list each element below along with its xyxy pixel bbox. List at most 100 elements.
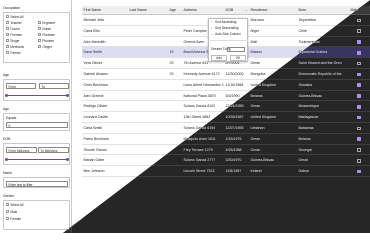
dob-from-input[interactable]: From M/d/yyyy: [6, 147, 37, 153]
cell-male: [349, 166, 370, 177]
male-checkbox[interactable]: [357, 169, 361, 174]
cell-male: [349, 91, 370, 102]
header-age[interactable]: Age: [168, 6, 182, 15]
cell-last: [128, 37, 168, 48]
sort-descending-item[interactable]: ↓ Sort Descending: [211, 26, 239, 31]
cell-dob: 11/8/1987: [225, 169, 242, 174]
cell-male: [349, 134, 370, 145]
header-dob[interactable]: DOB ⌄: [224, 6, 249, 15]
cell-male: [349, 155, 370, 166]
cell-age: [168, 166, 182, 177]
male-checkbox[interactable]: [357, 104, 361, 109]
cell-last: [128, 134, 168, 145]
age-equals-section: Equals 0: [3, 113, 70, 131]
cell-born: Mozambique: [298, 104, 320, 109]
cell-age: [168, 15, 182, 26]
header-first-name[interactable]: First Name: [82, 6, 128, 15]
cell-last: [128, 91, 168, 102]
cell-dob: 4/28/1988: [225, 147, 242, 152]
cell-born: Oman: [298, 158, 309, 163]
occupation-section: Select All Teacher Engineer Doctor Nurse…: [3, 12, 70, 63]
cell-last: [128, 47, 168, 58]
age-filter-title: Age: [3, 73, 10, 77]
cell-first: Carla Smith: [83, 125, 103, 130]
male-checkbox[interactable]: [357, 148, 361, 152]
header-born[interactable]: Born: [297, 6, 349, 15]
filter-value-field[interactable]: 0: [227, 47, 245, 52]
dob-slider-track[interactable]: [6, 159, 68, 160]
male-checkbox[interactable]: [357, 158, 361, 163]
cell-address: Lions Albert Hernandez 1384: [183, 82, 225, 87]
age-slider-track[interactable]: [6, 95, 68, 96]
male-checkbox[interactable]: [357, 94, 361, 98]
age-slider-high-thumb[interactable]: [66, 93, 70, 98]
cell-last: [128, 15, 168, 26]
age-from-input[interactable]: From: [6, 83, 36, 89]
cell-address: Frey Terrace 1279: [183, 147, 213, 152]
dob-slider-low-thumb[interactable]: [4, 157, 8, 162]
dob-to-input[interactable]: To M/d/yyyy: [38, 147, 69, 153]
cell-last: [128, 112, 168, 123]
menu-add-button[interactable]: Add: [211, 55, 227, 61]
cell-first: Alex Greene: [83, 93, 104, 98]
cell-residence: Oman: [250, 136, 261, 141]
name-filter-input[interactable]: Enter text to filter: [6, 180, 68, 187]
auto-size-item[interactable]: ⇔Auto-Size Column: [211, 32, 241, 37]
header-address[interactable]: Address: [182, 6, 224, 15]
occupation-title: Occupation: [3, 6, 21, 10]
male-checkbox[interactable]: [357, 126, 361, 131]
age-equals-label: Equals: [6, 116, 17, 120]
male-checkbox[interactable]: [357, 29, 361, 33]
cell-male: [349, 47, 370, 58]
cell-dob: 12/30/2000: [225, 71, 244, 76]
age-slider-low-thumb[interactable]: [4, 93, 8, 98]
header-last-name[interactable]: Last Name: [128, 6, 168, 15]
cell-first: Michael Jello: [83, 18, 105, 22]
cell-residence: Lebanon: [250, 125, 265, 130]
male-checkbox[interactable]: [357, 83, 361, 87]
male-checkbox[interactable]: [357, 50, 361, 55]
cell-age: [168, 26, 182, 37]
cell-born: Guinea-Bissau: [298, 93, 323, 98]
cell-male: [349, 26, 370, 37]
cell-born: Gabon: [298, 169, 310, 174]
gender-section: Select All Male Female: [3, 200, 70, 230]
dob-slider-high-thumb[interactable]: [66, 157, 70, 162]
cell-age: [168, 155, 182, 166]
cell-born: Madagascar: [298, 115, 319, 120]
cell-address: National Plaza 3870: [183, 93, 216, 98]
grid-header: First Name Last Name Age Address DOB ⌄ Re…: [82, 6, 370, 15]
header-residence[interactable]: Residence: [249, 6, 297, 15]
cell-address: Solano Garcia 2777: [183, 158, 216, 163]
age-range-section: From To: [3, 79, 70, 101]
cell-born: Democratic Republic of the: [298, 71, 342, 76]
cell-dob: 10/26/1987: [225, 115, 244, 120]
cell-dob: 1/18/1976: [225, 136, 242, 141]
cell-first: Carla Ellis: [83, 28, 100, 33]
cell-first: Marian Gabe: [83, 158, 105, 163]
gender-title: Gender: [3, 194, 15, 198]
male-checkbox[interactable]: [357, 61, 361, 66]
cell-male: [349, 101, 370, 112]
cell-first: Patrin Beckham: [83, 136, 109, 141]
male-checkbox[interactable]: [357, 18, 361, 23]
dob-filter-title: DOB: [3, 137, 11, 141]
cell-first: Chris Beckham: [83, 82, 108, 87]
age-equals-input[interactable]: 0: [6, 122, 68, 128]
sort-ascending-item[interactable]: ↑ Sort Ascending: [211, 20, 236, 25]
menu-ok-button[interactable]: OK: [230, 55, 246, 61]
male-checkbox[interactable]: [357, 40, 361, 44]
cell-last: [128, 58, 168, 69]
age-to-input[interactable]: To: [39, 83, 69, 89]
cell-born: Saint Vincent and the Gren: [298, 61, 342, 66]
cell-address: Kennedy Avenue 6172: [183, 71, 220, 76]
cell-born: Slovakia: [298, 82, 313, 87]
male-checkbox[interactable]: [357, 115, 361, 120]
cell-first: Vera Olivier: [83, 61, 103, 66]
male-checkbox[interactable]: [357, 72, 361, 77]
cell-age: [168, 123, 182, 134]
cell-last: [128, 145, 168, 156]
cell-male: [349, 112, 370, 123]
cell-born: Bahamas: [298, 125, 314, 130]
male-checkbox[interactable]: [357, 137, 361, 141]
